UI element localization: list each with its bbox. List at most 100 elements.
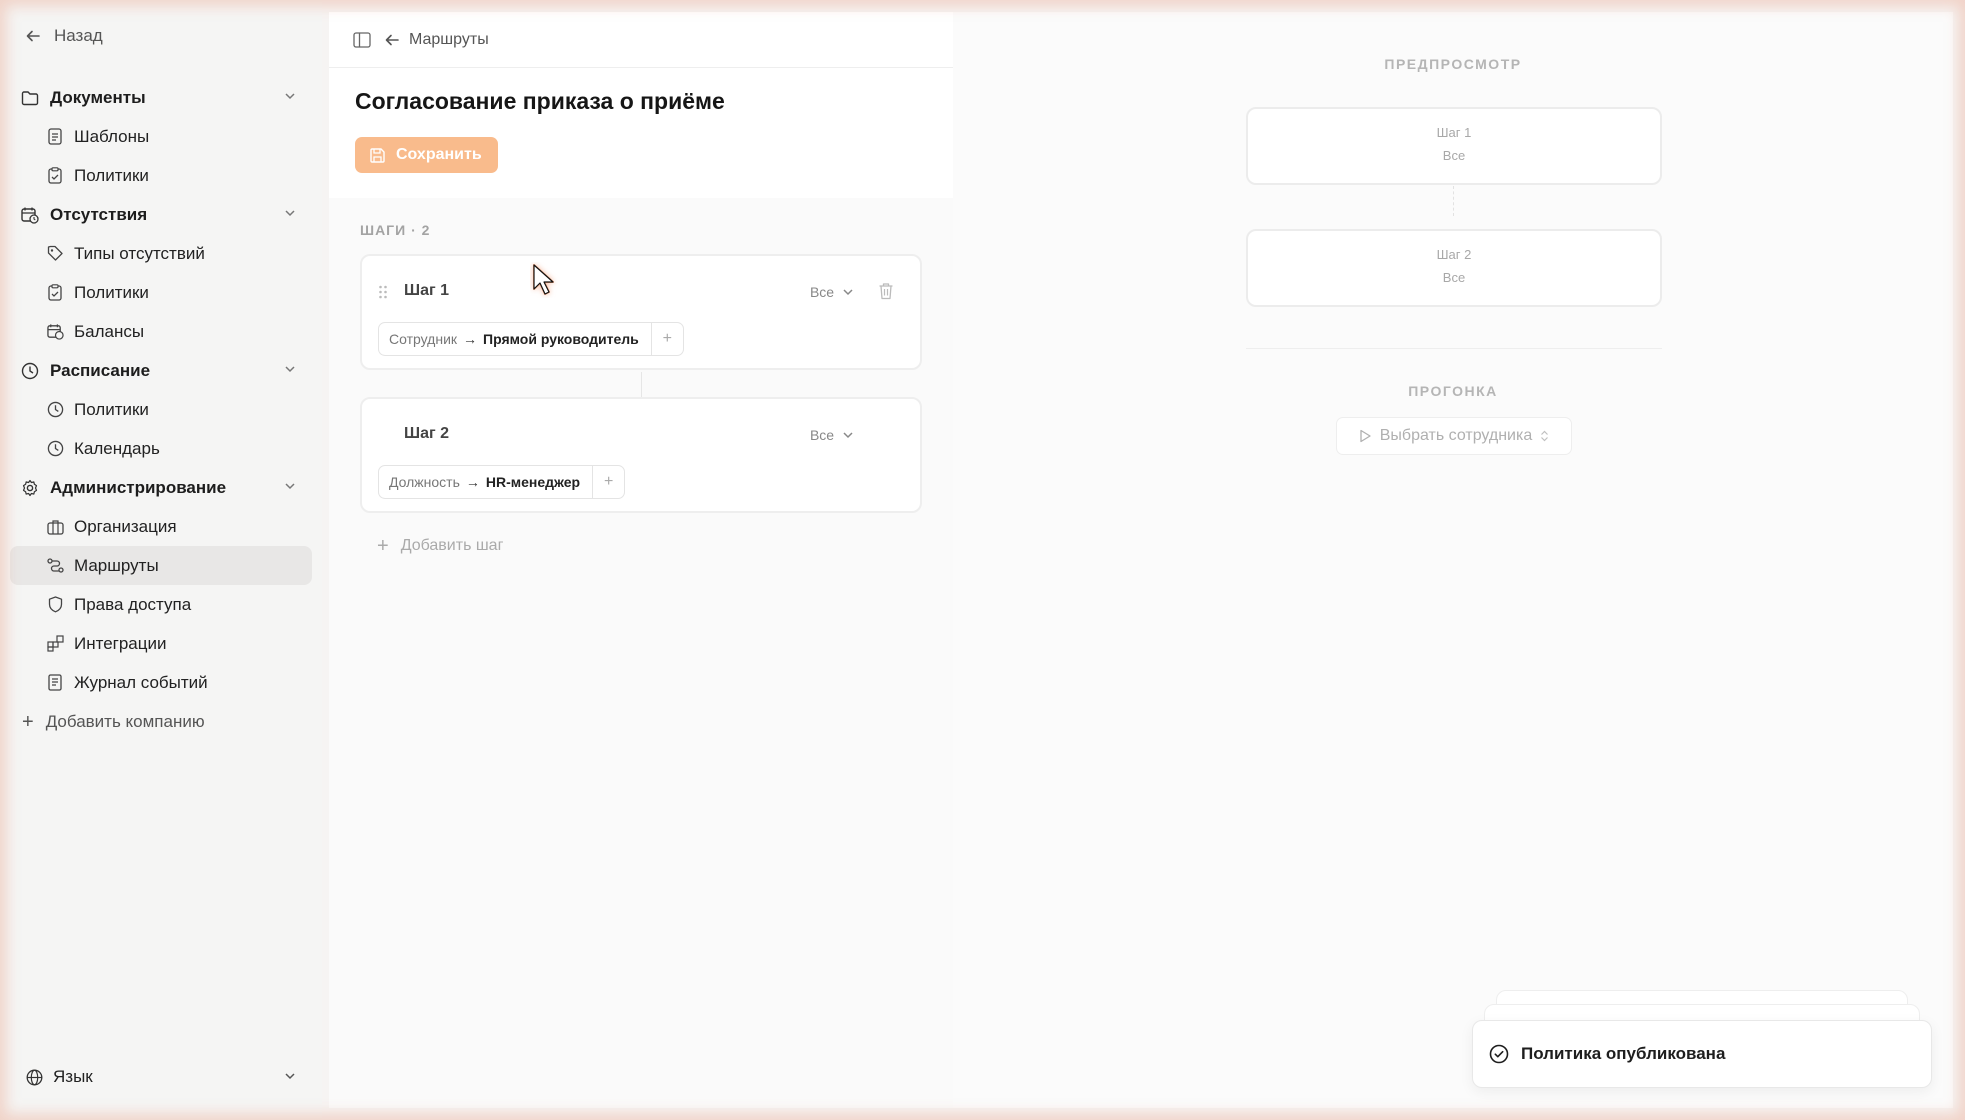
step-name[interactable]: Шаг 2 <box>404 425 449 443</box>
route-editor: Маршруты Согласование приказа о приёме С… <box>329 12 953 1108</box>
calendar-clock-icon <box>46 323 64 341</box>
preview-step-mode: Все <box>1442 148 1466 163</box>
language-selector[interactable]: Язык <box>26 1067 296 1087</box>
sidebar-item-schedule-policies[interactable]: Политики <box>10 390 312 429</box>
editor-topbar: Маршруты <box>329 12 953 68</box>
shield-icon <box>46 596 64 614</box>
preview-step-mode: Все <box>1442 270 1466 285</box>
arrow-right-icon: → <box>463 331 478 347</box>
save-button[interactable]: Сохранить <box>355 137 498 173</box>
nav-group-absences[interactable]: Отсутствия <box>10 195 312 234</box>
add-company-button[interactable]: + Добавить компанию <box>10 702 312 741</box>
chevron-down-icon <box>284 207 296 219</box>
save-label: Сохранить <box>396 146 482 163</box>
back-label: Назад <box>54 26 103 45</box>
sidebar-item-label: Типы отсутствий <box>74 243 205 263</box>
preview-panel: ПРЕДПРОСМОТР Шаг 1 Все Шаг 2 Все ПРОГОНК… <box>953 12 1953 1108</box>
route-icon <box>46 557 64 575</box>
clock-icon <box>46 401 64 419</box>
preview-step-name: Шаг 1 <box>1436 125 1472 140</box>
file-text-icon <box>46 128 64 146</box>
sidebar-item-absence-types[interactable]: Типы отсутствий <box>10 234 312 273</box>
sidebar-item-label: Календарь <box>74 438 160 458</box>
sidebar-item-event-log[interactable]: Журнал событий <box>10 663 312 702</box>
trash-icon[interactable] <box>878 282 896 302</box>
arrow-left-icon[interactable] <box>385 33 399 47</box>
approver-source: Сотрудник <box>389 331 458 347</box>
gear-icon <box>20 478 40 498</box>
play-icon <box>1359 429 1372 443</box>
sidebar-item-label: Организация <box>74 516 177 536</box>
sidebar-item-label: Интеграции <box>74 633 167 653</box>
clipboard-check-icon <box>46 167 64 185</box>
editor-header: Согласование приказа о приёме Сохранить <box>329 68 953 198</box>
sidebar-item-absence-policies[interactable]: Политики <box>10 273 312 312</box>
pick-employee-select[interactable]: Выбрать сотрудника <box>1336 417 1572 455</box>
sidebar-item-label: Политики <box>74 165 149 185</box>
sidebar-item-label: Шаблоны <box>74 126 150 146</box>
preview-step-name: Шаг 2 <box>1436 247 1472 262</box>
step-name[interactable]: Шаг 1 <box>404 282 449 300</box>
sidebar-toggle-icon[interactable] <box>353 31 371 49</box>
approver-chip[interactable]: Должность → HR-менеджер + <box>378 465 626 499</box>
arrow-left-icon <box>26 29 40 43</box>
sidebar-item-templates[interactable]: Шаблоны <box>10 117 312 156</box>
sidebar-item-label: Политики <box>74 282 149 302</box>
approver-target: Прямой руководитель <box>483 331 639 347</box>
sidebar-item-label: Балансы <box>74 321 145 341</box>
approval-mode-select[interactable]: Все <box>798 417 866 453</box>
arrow-right-icon: → <box>465 474 480 490</box>
clock-icon <box>46 440 64 458</box>
plus-icon: + <box>22 710 34 733</box>
chevron-down-icon <box>284 1070 296 1082</box>
nav-group-documents[interactable]: Документы <box>10 78 312 117</box>
sidebar-item-doc-policies[interactable]: Политики <box>10 156 312 195</box>
folder-icon <box>20 88 40 108</box>
check-circle-icon <box>1489 1044 1509 1064</box>
save-icon <box>369 147 386 164</box>
run-heading: ПРОГОНКА <box>1408 383 1498 399</box>
approval-mode-select[interactable]: Все <box>798 274 866 310</box>
chevron-down-icon <box>842 286 854 298</box>
nav-group-administration[interactable]: Администрирование <box>10 468 312 507</box>
chevron-updown-icon <box>1540 430 1549 442</box>
sidebar-item-routes[interactable]: Маршруты <box>10 546 312 585</box>
add-step-button[interactable]: + Добавить шаг <box>377 536 503 556</box>
sidebar-item-organization[interactable]: Организация <box>10 507 312 546</box>
toast-message: Политика опубликована <box>1521 1044 1726 1063</box>
step-card[interactable]: Шаг 1 Все Сотрудник → Прямой руководител… <box>360 254 922 370</box>
sidebar-item-calendar[interactable]: Календарь <box>10 429 312 468</box>
divider <box>1246 348 1662 349</box>
sidebar-item-balances[interactable]: Балансы <box>10 312 312 351</box>
drag-handle-icon[interactable] <box>378 284 390 300</box>
sidebar-item-integrations[interactable]: Интеграции <box>10 624 312 663</box>
logs-icon <box>46 674 64 692</box>
mode-value: Все <box>809 427 835 443</box>
add-approver-button[interactable]: + <box>592 466 624 498</box>
toast-notification[interactable]: Политика опубликована <box>1472 1020 1932 1088</box>
briefcase-icon <box>46 518 64 536</box>
chevron-down-icon <box>842 429 854 441</box>
approver-chip[interactable]: Сотрудник → Прямой руководитель + <box>378 322 684 356</box>
sidebar-item-label: Политики <box>74 399 149 419</box>
preview-heading: ПРЕДПРОСМОТР <box>1384 56 1522 72</box>
sidebar-item-access-rights[interactable]: Права доступа <box>10 585 312 624</box>
nav-group-label: Администрирование <box>50 477 227 497</box>
preview-connector <box>1453 186 1454 216</box>
mode-value: Все <box>809 284 835 300</box>
breadcrumb[interactable]: Маршруты <box>409 31 489 49</box>
nav-group-label: Отсутствия <box>50 204 148 224</box>
nav-group-schedule[interactable]: Расписание <box>10 351 312 390</box>
sidebar: Назад Документы Шаблоны Политики Отсутст… <box>0 0 322 1120</box>
preview-step-card: Шаг 2 Все <box>1246 229 1662 307</box>
sidebar-nav: Документы Шаблоны Политики Отсутствия Ти… <box>10 78 312 741</box>
chevron-down-icon <box>284 363 296 375</box>
add-step-label: Добавить шаг <box>400 537 504 554</box>
step-card[interactable]: Шаг 2 Все Должность → HR-менеджер + <box>360 397 922 513</box>
sidebar-item-label: Права доступа <box>74 594 192 614</box>
back-link[interactable]: Назад <box>26 26 103 46</box>
chevron-down-icon <box>284 90 296 102</box>
add-approver-button[interactable]: + <box>650 323 683 355</box>
pick-employee-label: Выбрать сотрудника <box>1379 427 1533 444</box>
clock-icon <box>20 361 40 381</box>
